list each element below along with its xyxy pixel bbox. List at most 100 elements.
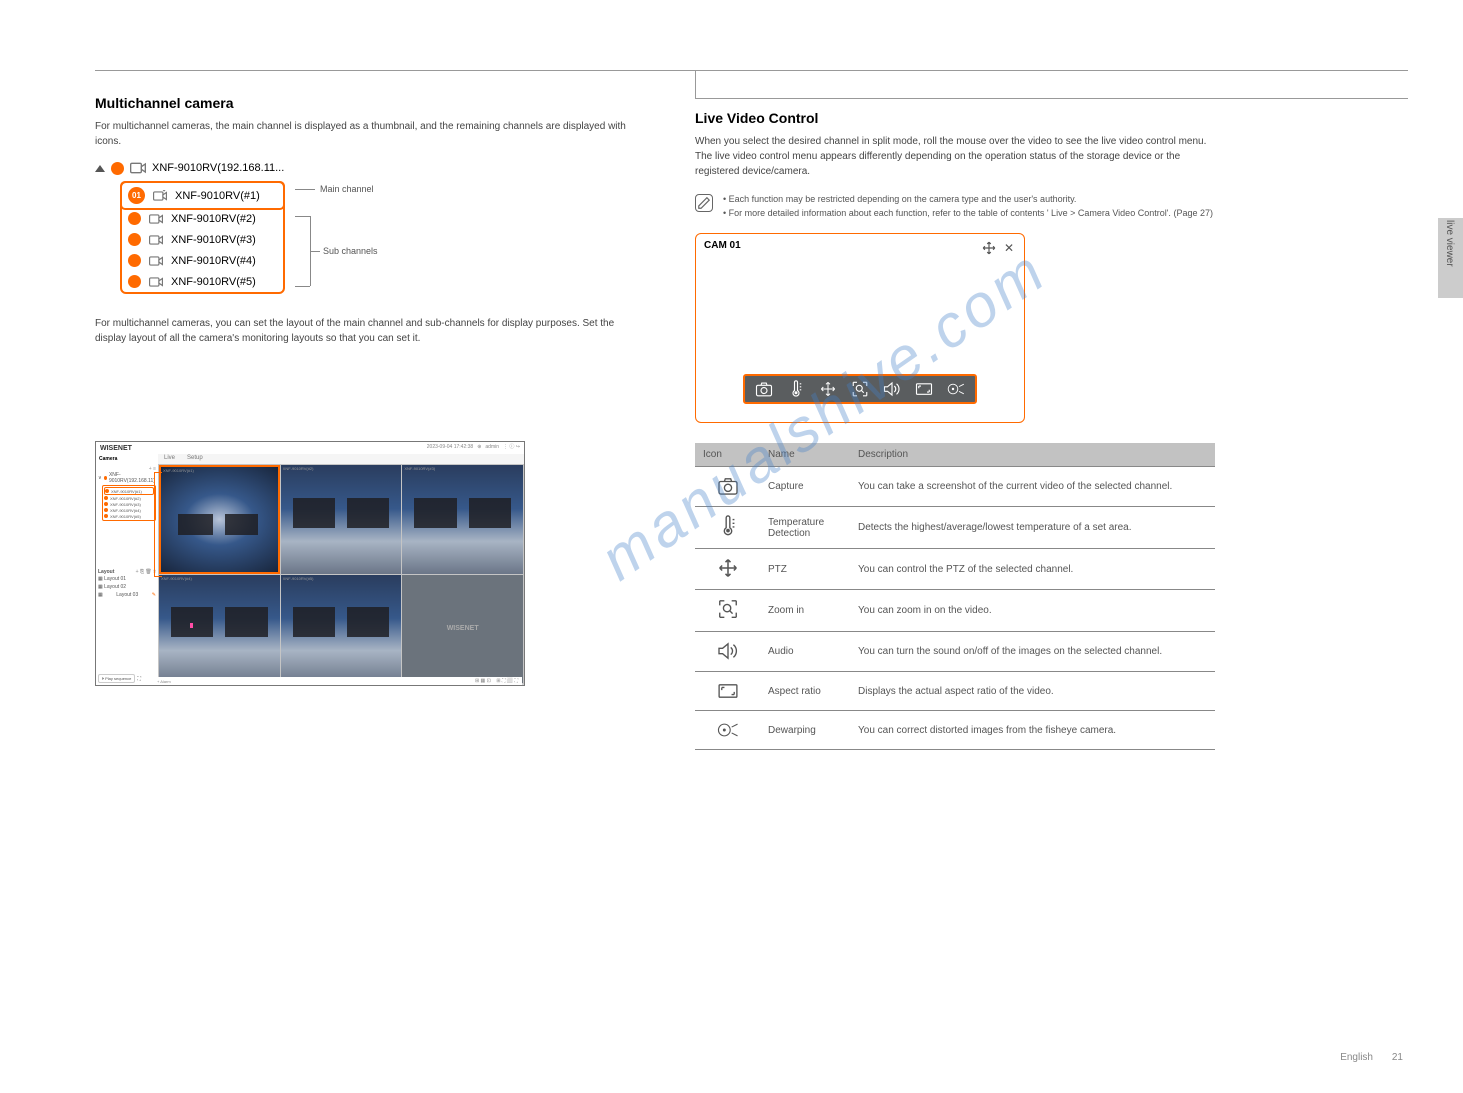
fullscreen-icon[interactable]: ⛶	[137, 676, 141, 682]
status-dot-icon	[104, 476, 107, 480]
table-row: Temperature Detection Detects the highes…	[695, 507, 1215, 549]
note-icon	[695, 194, 713, 212]
aspect-ratio-icon	[717, 680, 739, 702]
tile-label: XNF-9010RV(#1)	[163, 468, 194, 473]
row-name: Audio	[760, 632, 850, 672]
col-divider	[695, 70, 696, 98]
sw-footer: + Alarm ⊞ ▦ ⊡ ⊞ ⛶ ⬜ ⛶	[154, 677, 522, 685]
th-icon: Icon	[695, 443, 760, 467]
zoom-icon[interactable]	[851, 380, 869, 398]
layout-icon	[153, 190, 167, 202]
capture-icon	[717, 475, 739, 497]
side-tab-label: live viewer	[1444, 220, 1455, 267]
note-page-ref: (Page 27)	[1173, 208, 1213, 218]
main-channel-label: Main channel	[320, 184, 374, 194]
sidebar-title: Camera	[96, 454, 158, 464]
label: XNF-9010RV(#4)	[110, 508, 141, 513]
page-number: 21	[1392, 1052, 1403, 1063]
camera-icon	[149, 276, 163, 288]
layout-item[interactable]: ▦ Layout 02	[98, 583, 156, 591]
row-name: Dewarping	[760, 711, 850, 750]
label: XNF-9010RV(#2)	[110, 496, 141, 501]
label: XNF-9010RV(#5)	[110, 514, 141, 519]
camera-icon	[149, 234, 163, 246]
video-tile[interactable]: XNF-9010RV(#3)	[402, 465, 523, 574]
sw-parent-label: XNF-9010RV(192.168.11)	[109, 472, 156, 484]
tree-child-label: XNF-9010RV(#3)	[171, 234, 256, 246]
status-dot-icon	[104, 508, 108, 512]
tree-child-label: XNF-9010RV(#2)	[171, 213, 256, 225]
status-dot-icon	[128, 254, 141, 267]
row-name: Zoom in	[760, 590, 850, 632]
note-line-1: Each function may be restricted dependin…	[729, 194, 1077, 204]
camera-tree: XNF-9010RV(192.168.11... 01 XNF-9010RV(#…	[95, 161, 645, 294]
mid-desc: For multichannel cameras, you can set th…	[95, 316, 645, 346]
video-tile-empty[interactable]: WISENET	[402, 575, 523, 684]
sw-children: XNF-9010RV(#1) XNF-9010RV(#2) XNF-9010RV…	[102, 485, 156, 521]
tree-child-main[interactable]: 01 XNF-9010RV(#1)	[120, 181, 285, 210]
video-tile-preview: CAM 01 ✕	[695, 233, 1025, 423]
row-name: Capture	[760, 467, 850, 507]
table-row: Capture You can take a screenshot of the…	[695, 467, 1215, 507]
ptz-icon	[717, 557, 739, 579]
left-desc: For multichannel cameras, the main chann…	[95, 119, 645, 149]
status-dot-icon	[104, 496, 108, 500]
layout-section: Layout + ⎘ 🗑 × ▦ Layout 01 ▦ Layout 02 ▦…	[96, 567, 158, 601]
timestamp: 2023-09-04 17:42:38	[427, 444, 473, 450]
camera-icon	[130, 161, 146, 175]
row-name: Temperature Detection	[760, 507, 850, 549]
tree-parent-row[interactable]: XNF-9010RV(192.168.11...	[95, 161, 645, 175]
row-name: PTZ	[760, 549, 850, 590]
temperature-icon[interactable]	[787, 380, 805, 398]
tree-parent-label: XNF-9010RV(192.168.11...	[152, 162, 284, 174]
row-name: Aspect ratio	[760, 672, 850, 711]
tree-child[interactable]: XNF-9010RV(#3)	[122, 229, 283, 250]
video-tile[interactable]: XNF-9010RV(#2)	[281, 465, 402, 574]
list-item[interactable]: XNF-9010RV(#5)	[104, 513, 154, 519]
tile-label: XNF-9010RV(#5)	[283, 576, 314, 581]
th-name: Name	[760, 443, 850, 467]
software-screenshot: WISENET 2023-09-04 17:42:38 ⊕ admin ⋮ ⓘ …	[95, 441, 525, 686]
play-sequence[interactable]: ⏵ Play sequence ⛶	[96, 672, 158, 685]
tree-children: 01 XNF-9010RV(#1) XNF-9010RV(#2) XNF-901…	[120, 181, 285, 294]
dewarp-icon[interactable]	[947, 380, 965, 398]
th-desc: Description	[850, 443, 1215, 467]
tree-child[interactable]: XNF-9010RV(#2)	[122, 208, 283, 229]
ptz-icon[interactable]	[819, 380, 837, 398]
right-column: Live Video Control When you select the d…	[695, 110, 1225, 750]
table-row: Audio You can turn the sound on/off of t…	[695, 632, 1215, 672]
table-row: Zoom in You can zoom in on the video.	[695, 590, 1215, 632]
tree-child[interactable]: XNF-9010RV(#4)	[122, 250, 283, 271]
video-tile[interactable]: XNF-9010RV(#5)	[281, 575, 402, 684]
list-item[interactable]: XNF-9010RV(#1)	[104, 487, 154, 495]
close-icon[interactable]: ✕	[1004, 241, 1014, 255]
move-icon[interactable]	[982, 241, 996, 255]
tab-live[interactable]: Live	[158, 454, 181, 464]
audio-icon[interactable]	[883, 380, 901, 398]
video-tile[interactable]: XNF-9010RV(#4)	[159, 575, 280, 684]
zoom-icon	[717, 598, 739, 620]
tile-label: XNF-9010RV(#3)	[404, 466, 435, 471]
alarm-label: + Alarm	[157, 679, 171, 684]
empty-logo: WISENET	[447, 625, 479, 632]
status-dot-icon	[128, 212, 141, 225]
right-desc: When you select the desired channel in s…	[695, 134, 1225, 179]
layout-item[interactable]: ▦ Layout 01	[98, 575, 156, 583]
tab-setup[interactable]: Setup	[181, 454, 209, 464]
table-row: Aspect ratio Displays the actual aspect …	[695, 672, 1215, 711]
status-dot-icon	[104, 514, 108, 518]
logo: WISENET	[100, 445, 132, 452]
video-tile-main[interactable]: XNF-9010RV(#1)	[159, 465, 280, 574]
layout-item[interactable]: ▦ Layout 03✎	[98, 591, 156, 599]
temperature-icon	[717, 515, 739, 537]
tree-child[interactable]: XNF-9010RV(#5)	[122, 271, 283, 292]
capture-icon[interactable]	[755, 380, 773, 398]
aspect-ratio-icon[interactable]	[915, 380, 933, 398]
tree-child-label: XNF-9010RV(#1)	[175, 190, 260, 202]
sw-parent[interactable]: ∨ XNF-9010RV(192.168.11)	[98, 472, 156, 484]
video-grid: XNF-9010RV(#1) XNF-9010RV(#2) XNF-9010RV…	[158, 464, 524, 684]
footer-icons: ⊞ ▦ ⊡ ⊞ ⛶ ⬜ ⛶	[475, 678, 518, 684]
camera-icon	[149, 255, 163, 267]
user-label: admin	[485, 444, 499, 450]
label: XNF-9010RV(#1)	[111, 489, 142, 494]
